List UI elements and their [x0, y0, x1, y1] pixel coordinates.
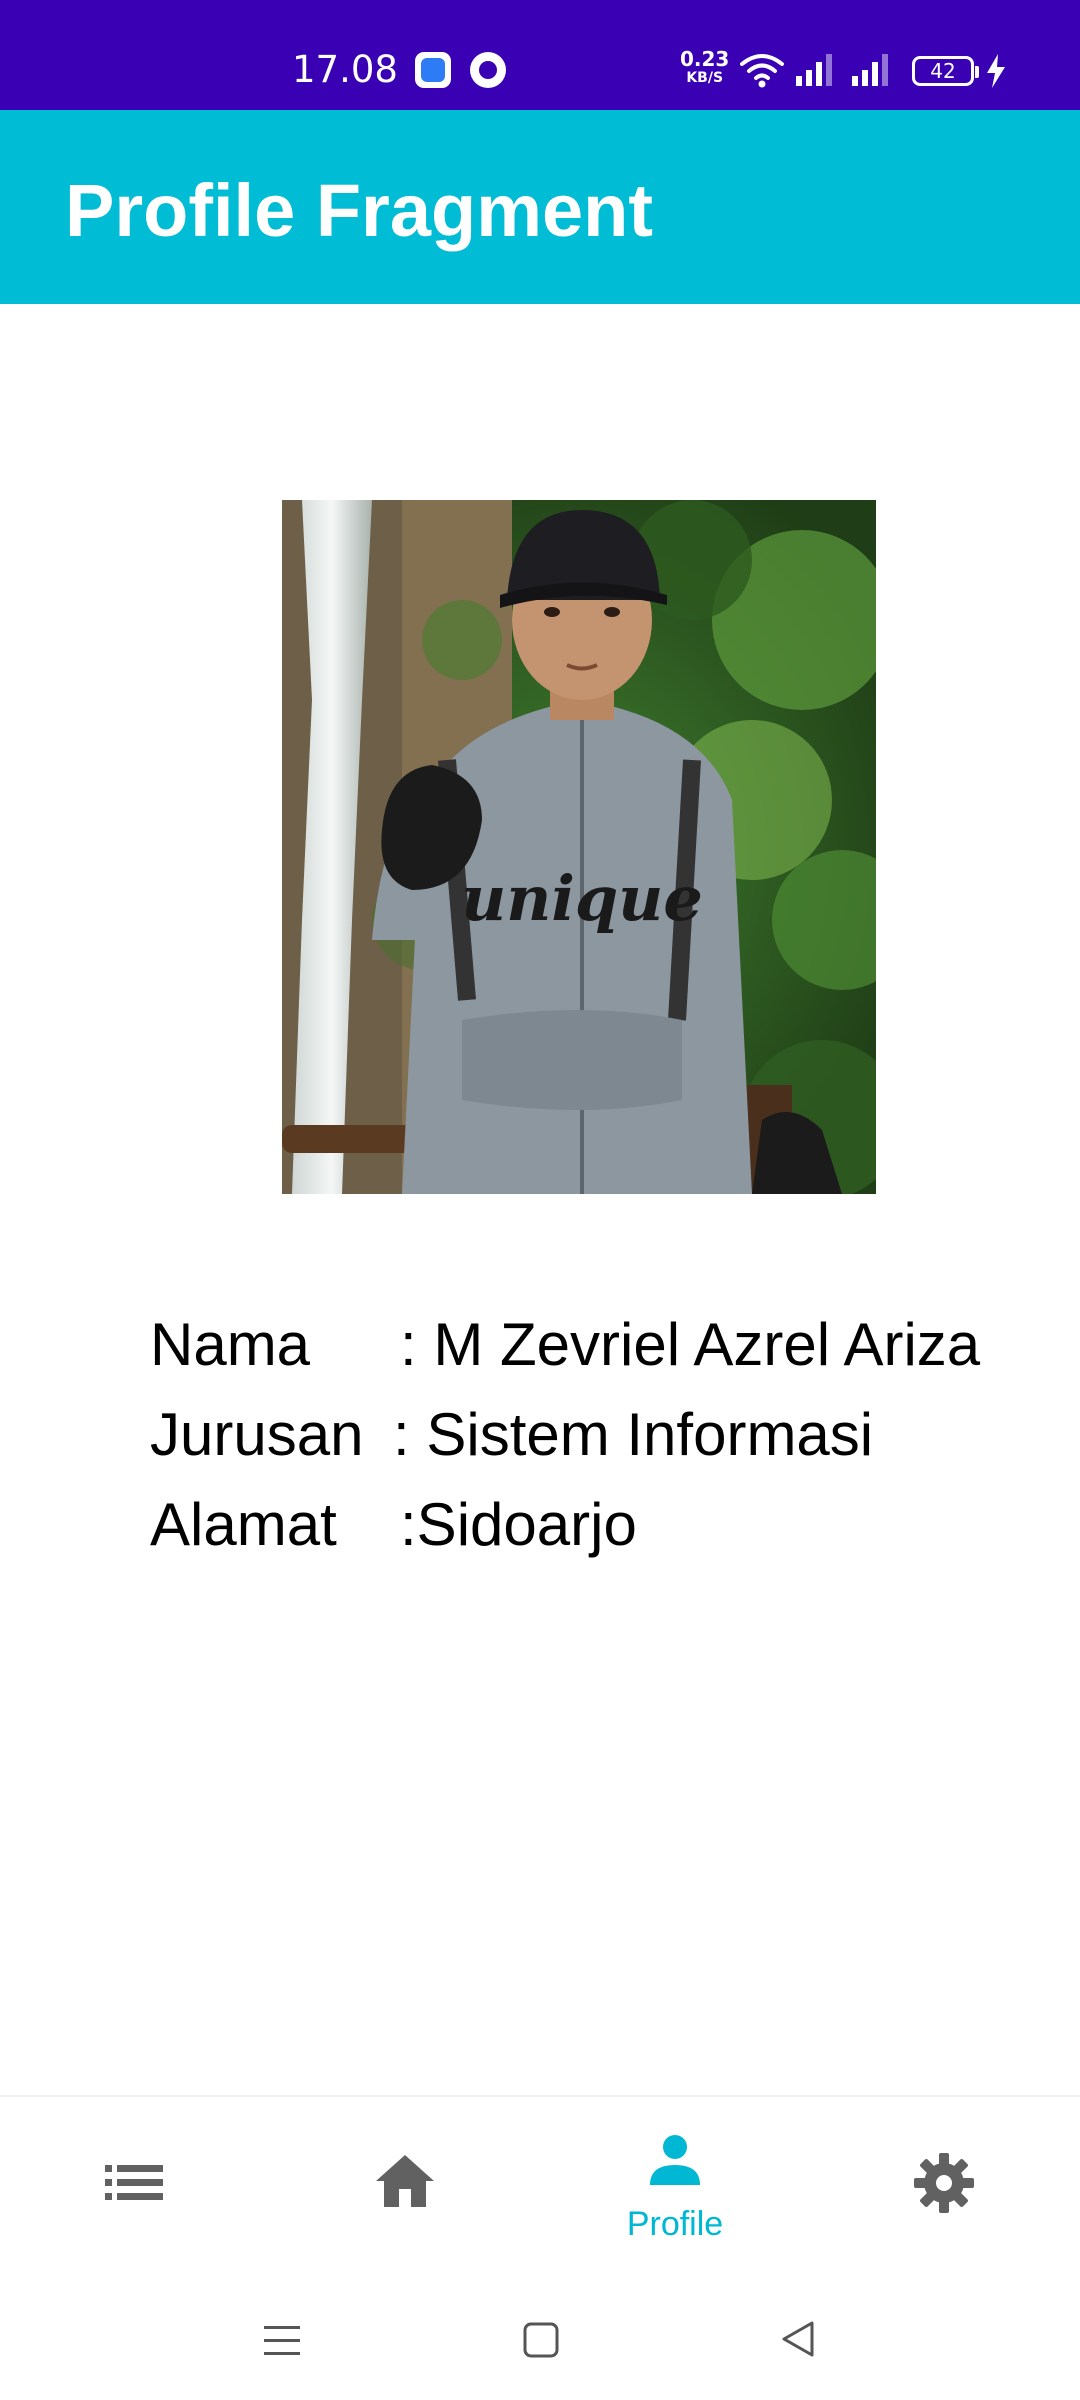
- nav-item-settings[interactable]: [810, 2097, 1080, 2277]
- notification-app-icon-2: [470, 52, 506, 88]
- home-system-icon[interactable]: [522, 2321, 560, 2359]
- home-icon: [376, 2155, 434, 2207]
- recent-apps-icon[interactable]: [262, 2323, 302, 2359]
- info-row-jurusan: Jurusan : Sistem Informasi: [150, 1400, 873, 1469]
- signal-icon-2: [852, 54, 888, 86]
- info-value: : M Zevriel Azrel Ariza: [400, 1311, 981, 1378]
- network-speed-value: 0.23: [680, 47, 730, 71]
- nav-item-home[interactable]: [270, 2097, 540, 2277]
- profile-photo: unique: [282, 500, 876, 1194]
- status-bar: 17.08 0.23 KB/S 42: [0, 0, 1080, 110]
- person-icon: [650, 2135, 700, 2185]
- info-label: Alamat: [150, 1491, 337, 1558]
- nav-label-profile: Profile: [626, 2205, 724, 2243]
- signal-icon: [796, 54, 832, 86]
- status-time: 17.08: [292, 48, 398, 91]
- network-speed: 0.23 KB/S: [680, 47, 730, 88]
- info-label: Nama: [150, 1311, 311, 1378]
- app-bar: Profile Fragment: [0, 110, 1080, 304]
- settings-gear-icon: [914, 2153, 974, 2213]
- nav-item-list[interactable]: [0, 2097, 270, 2277]
- info-row-nama: Nama : M Zevriel Azrel Ariza: [150, 1310, 980, 1379]
- charging-icon: [987, 54, 1005, 88]
- network-speed-unit: KB/S: [686, 70, 724, 86]
- wifi-icon: [740, 54, 784, 88]
- info-value: :Sidoarjo: [400, 1491, 637, 1558]
- svg-text:unique: unique: [461, 862, 703, 935]
- page-title: Profile Fragment: [65, 169, 653, 252]
- battery-indicator: 42: [912, 56, 979, 86]
- info-row-alamat: Alamat :Sidoarjo: [150, 1490, 637, 1559]
- system-navigation-bar: [0, 2275, 1080, 2400]
- nav-item-profile[interactable]: Profile: [540, 2097, 810, 2277]
- info-label: Jurusan: [150, 1401, 364, 1468]
- bottom-navigation: Profile: [0, 2095, 1080, 2275]
- battery-level: 42: [930, 59, 956, 83]
- notification-app-icon: [415, 52, 451, 88]
- back-icon[interactable]: [778, 2319, 818, 2359]
- list-icon: [105, 2165, 163, 2200]
- info-value: : Sistem Informasi: [393, 1401, 874, 1468]
